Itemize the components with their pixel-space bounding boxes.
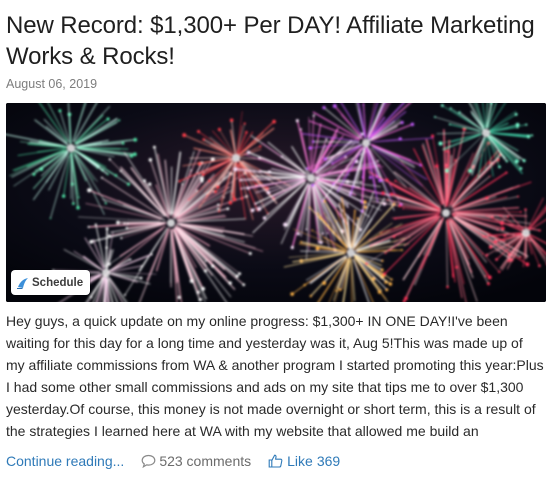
schedule-logo-icon bbox=[16, 276, 30, 290]
comments-count: 523 comments bbox=[159, 453, 252, 469]
excerpt-line: Hey guys, a quick update on my online pr… bbox=[6, 313, 508, 329]
excerpt-line: I had some other small commissions and a… bbox=[6, 379, 524, 395]
like-count: 369 bbox=[316, 453, 341, 469]
post-date: August 06, 2019 bbox=[6, 77, 98, 91]
thumbs-up-icon bbox=[268, 454, 283, 468]
post-card: New Record: $1,300+ Per DAY! Affiliate M… bbox=[6, 10, 546, 469]
like-button[interactable]: Like 369 bbox=[268, 453, 340, 469]
excerpt-line: my affiliate commissions from WA & anoth… bbox=[6, 357, 544, 373]
post-title[interactable]: New Record: $1,300+ Per DAY! Affiliate M… bbox=[6, 10, 546, 72]
excerpt-line: yesterday.Of course, this money is not m… bbox=[6, 401, 536, 417]
post-actions: Continue reading... 523 comments Like 36… bbox=[6, 453, 546, 469]
excerpt-line: the strategies I learned here at WA with… bbox=[6, 423, 479, 439]
post-excerpt: Hey guys, a quick update on my online pr… bbox=[6, 310, 551, 442]
continue-reading-link[interactable]: Continue reading... bbox=[6, 453, 124, 469]
comments-link[interactable]: 523 comments bbox=[141, 453, 251, 469]
schedule-label: Schedule bbox=[32, 276, 84, 289]
hero-image[interactable]: Schedule bbox=[6, 103, 546, 302]
excerpt-line: waiting for this day for a long time and… bbox=[6, 335, 523, 351]
schedule-button[interactable]: Schedule bbox=[11, 270, 91, 295]
like-label: Like bbox=[287, 453, 313, 469]
comment-bubble-icon bbox=[141, 454, 156, 469]
